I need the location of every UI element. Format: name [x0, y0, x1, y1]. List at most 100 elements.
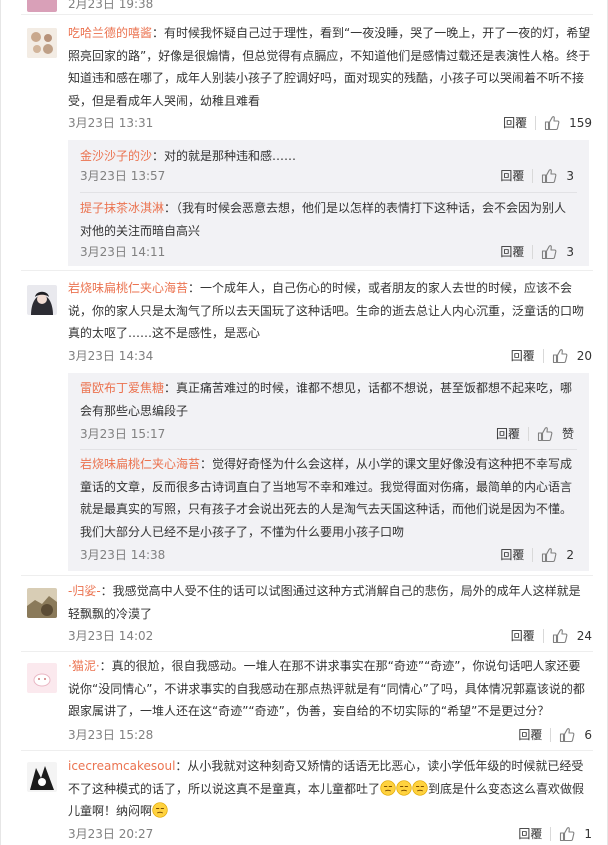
comment-meta: 2月23日 19:38	[68, 0, 592, 14]
divider	[542, 349, 544, 363]
divider	[535, 116, 537, 130]
divider	[21, 575, 593, 576]
avatar[interactable]	[27, 663, 57, 693]
avatar-image	[27, 762, 57, 792]
reply-time: 3月23日 13:57	[80, 169, 166, 183]
comment-text: ：真的很尬，很自我感动。一堆人在那不讲求事实在那“奇迹”“奇迹”，你说句话吧人家…	[68, 659, 585, 718]
reply-button[interactable]: 回覆	[511, 626, 535, 646]
like-count: 3	[566, 169, 574, 183]
divider	[532, 169, 534, 183]
comment-body: 吃哈兰德的嘻酱：有时候我怀疑自己过于理性，看到“一夜没睡，哭了一晚上，开了一夜的…	[68, 22, 592, 112]
divider	[21, 270, 593, 271]
divider	[532, 245, 534, 259]
comment-username[interactable]: 岩烧味扁桃仁夹心海苔	[68, 281, 188, 295]
reply-username[interactable]: 金沙沙子的沙	[80, 149, 152, 163]
comment-time: 3月23日 14:34	[68, 349, 154, 363]
thumbs-up-icon	[545, 116, 560, 131]
reply-username[interactable]: 雷欧布丁爱焦糖	[80, 381, 164, 395]
comment-username[interactable]: 吃哈兰德的嘻酱	[68, 26, 152, 40]
reply-button[interactable]: 回覆	[500, 545, 524, 565]
avatar[interactable]	[27, 588, 57, 618]
comment-list: 2月23日 19:38 吃哈兰德的嘻酱：有时候我怀疑自己过于理性，看到“一夜没睡…	[0, 0, 608, 845]
reply-meta: 3月23日 14:11 回覆 3	[80, 242, 574, 262]
comment-body: -归娑-：我感觉高中人受不住的话可以试图通过这种方式消解自己的悲伤，局外的成年人…	[68, 580, 592, 625]
avatar-image	[27, 588, 57, 618]
comment-time: 2月23日 19:38	[68, 0, 154, 11]
divider	[542, 629, 544, 643]
like-button[interactable]: 159	[544, 113, 592, 133]
comment-meta: 3月23日 13:31 回覆 159	[68, 113, 592, 133]
like-button[interactable]: 3	[541, 166, 574, 186]
like-count: 20	[576, 349, 592, 363]
avatar[interactable]	[27, 0, 57, 12]
divider	[532, 548, 534, 562]
comment-meta: 3月23日 14:02 回覆 24	[68, 626, 592, 646]
like-button[interactable]: 2	[541, 545, 574, 565]
comment-time: 3月23日 13:31	[68, 116, 154, 130]
confused-emoji-icon	[380, 779, 396, 796]
reply-time: 3月23日 14:11	[80, 245, 166, 259]
reply-button[interactable]: 回覆	[518, 824, 542, 844]
avatar[interactable]	[27, 28, 57, 58]
like-count: 1	[584, 827, 592, 841]
thumbs-up-icon	[542, 169, 557, 184]
comment-text: ：我感觉高中人受不住的话可以试图通过这种方式消解自己的悲伤，局外的成年人这样就是…	[68, 584, 581, 621]
comment-body: ·猫泥·：真的很尬，很自我感动。一堆人在那不讲求事实在那“奇迹”“奇迹”，你说句…	[68, 655, 592, 723]
reply-button[interactable]: 回覆	[503, 113, 527, 133]
reply-button[interactable]: 回覆	[511, 346, 535, 366]
like-button[interactable]: 6	[559, 725, 592, 745]
comment-username[interactable]: -归娑-	[68, 584, 101, 598]
thumbs-up-icon	[552, 349, 568, 364]
comment-time: 3月23日 15:28	[68, 728, 154, 742]
comment-time: 3月23日 20:27	[68, 827, 154, 841]
avatar[interactable]	[27, 762, 57, 792]
divider	[21, 750, 593, 751]
thumbs-up-icon	[560, 827, 575, 842]
reply-box: 金沙沙子的沙：对的就是那种违和感…… 3月23日 13:57 回覆 3 提子抹茶…	[68, 140, 589, 266]
divider	[80, 449, 577, 450]
reply-meta: 3月23日 13:57 回覆 3	[80, 166, 574, 186]
like-count: 24	[576, 629, 592, 643]
reply-time: 3月23日 15:17	[80, 427, 166, 441]
reply-time: 3月23日 14:38	[80, 548, 166, 562]
like-button[interactable]: 24	[552, 626, 592, 646]
avatar-image	[27, 285, 57, 315]
avatar-image	[27, 28, 57, 58]
comment-username[interactable]: icecreamcakesoul	[68, 759, 175, 773]
reply-box: 雷欧布丁爱焦糖：真正痛苦难过的时候，谁都不想见，话都不想说，甚至饭都想不起来吃，…	[68, 373, 589, 571]
divider	[550, 827, 552, 841]
avatar[interactable]	[27, 285, 57, 315]
divider	[80, 192, 577, 193]
reply-text: ：对的就是那种违和感……	[152, 149, 297, 163]
like-button[interactable]: 赞	[537, 424, 574, 444]
comment-body: 岩烧味扁桃仁夹心海苔：一个成年人，自己伤心的时候，或者朋友的家人去世的时候，应该…	[68, 277, 592, 345]
divider	[21, 14, 593, 15]
reply-meta: 3月23日 15:17 回覆 赞	[80, 424, 574, 444]
confused-emoji-icon	[152, 802, 168, 818]
like-count: 3	[566, 245, 574, 259]
like-button[interactable]: 20	[552, 346, 592, 366]
reply-button[interactable]: 回覆	[496, 424, 520, 444]
reply-username[interactable]: 提子抹茶冰淇淋	[80, 201, 164, 215]
reply-button[interactable]: 回覆	[500, 166, 524, 186]
comment-body: icecreamcakesoul：从小我就对这种刻奇又矫情的话语无比恶心，读小学…	[68, 755, 592, 823]
reply-meta: 3月23日 14:38 回覆 2	[80, 545, 574, 565]
divider	[550, 728, 552, 742]
reply-button[interactable]: 回覆	[500, 242, 524, 262]
like-count: 6	[584, 728, 592, 742]
confused-emoji-icon	[412, 779, 428, 796]
reply-button[interactable]: 回覆	[518, 725, 542, 745]
thumbs-up-icon	[537, 427, 553, 442]
divider	[21, 651, 593, 652]
thumbs-up-icon	[552, 629, 568, 644]
comment-username[interactable]: ·猫泥·	[68, 659, 100, 673]
confused-emoji-icon	[396, 779, 412, 796]
thumbs-up-icon	[542, 548, 557, 563]
thumbs-up-icon	[542, 245, 557, 260]
like-button[interactable]: 3	[541, 242, 574, 262]
like-button[interactable]: 1	[559, 824, 592, 844]
comment-meta: 3月23日 20:27 回覆 1	[68, 824, 592, 844]
comment-meta: 3月23日 15:28 回覆 6	[68, 725, 592, 745]
divider	[527, 427, 529, 441]
reply-username[interactable]: 岩烧味扁桃仁夹心海苔	[80, 457, 200, 471]
